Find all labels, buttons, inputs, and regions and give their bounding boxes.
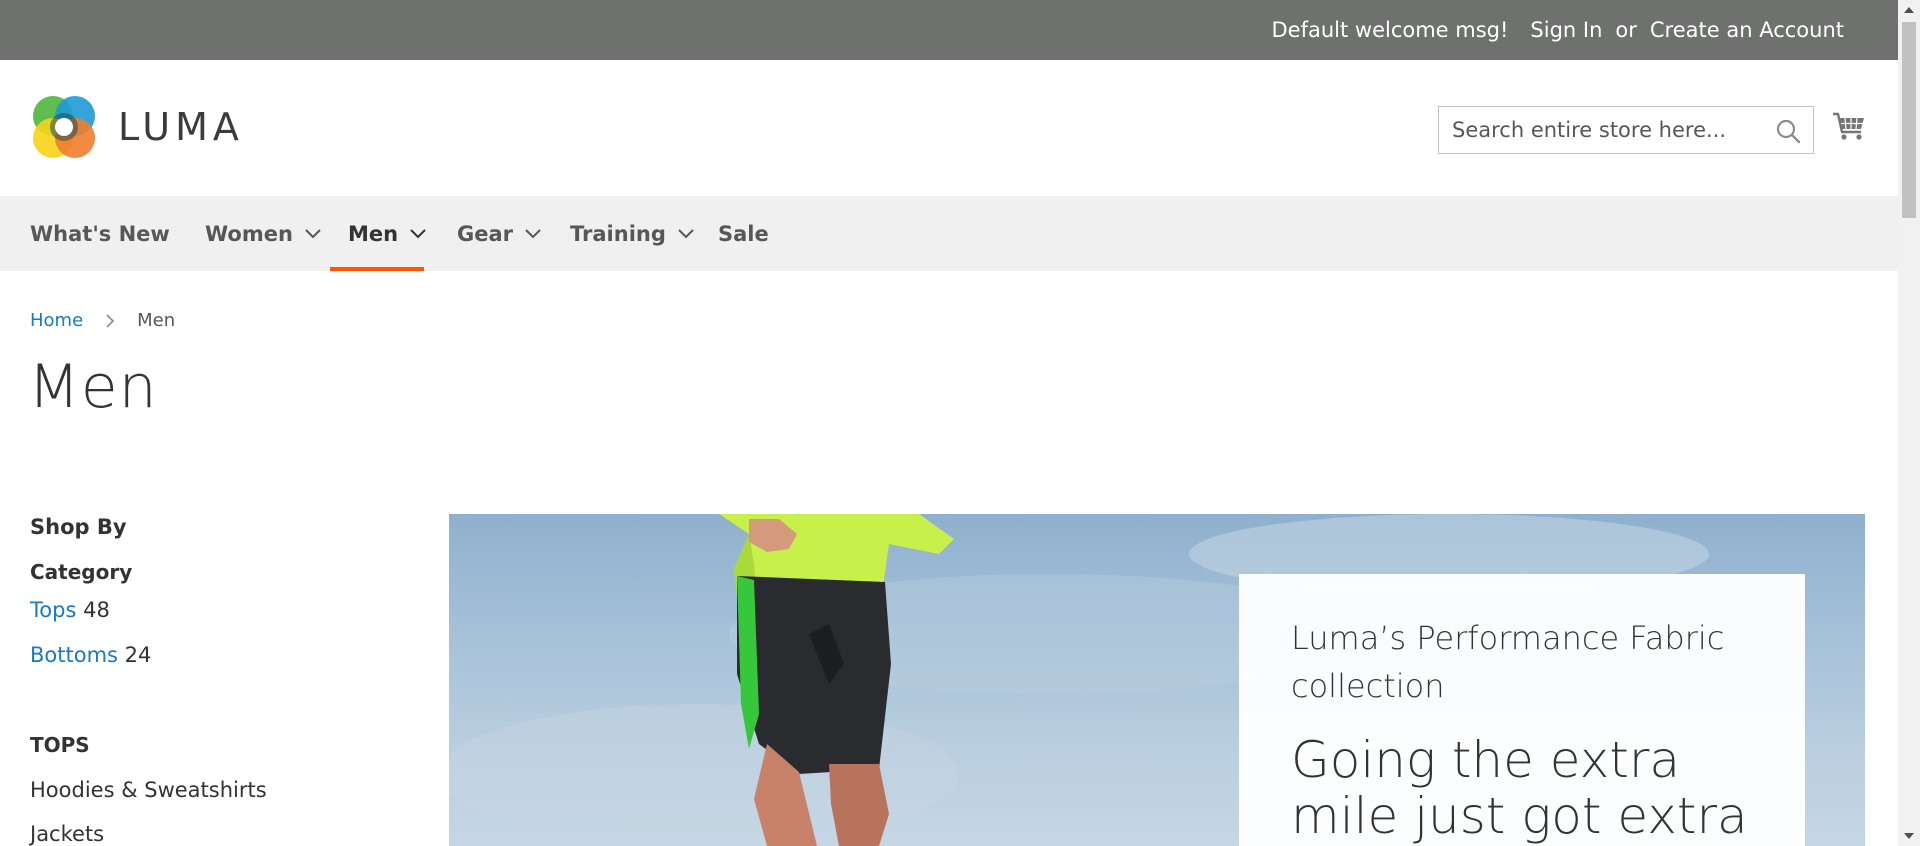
nav-label: Women: [205, 221, 293, 246]
chevron-down-icon: [525, 228, 541, 238]
luma-logo-icon: [33, 96, 95, 158]
nav-men[interactable]: Men: [348, 196, 426, 271]
nav-label: Training: [570, 221, 666, 246]
link-jackets[interactable]: Jackets: [30, 822, 104, 846]
hero-banner[interactable]: Luma’s Performance Fabric collection Goi…: [449, 514, 1865, 846]
logo[interactable]: LUMA: [30, 93, 244, 161]
scroll-down-arrow-icon[interactable]: [1898, 826, 1920, 846]
main-nav: What's New Women Men Gear Training Sale: [0, 196, 1898, 271]
search-icon[interactable]: [1775, 118, 1801, 144]
filter-link-bottoms[interactable]: Bottoms: [30, 643, 118, 667]
shop-by-title: Shop By: [30, 515, 127, 539]
promo-card: Luma’s Performance Fabric collection Goi…: [1239, 574, 1805, 846]
nav-women[interactable]: Women: [205, 196, 321, 271]
chevron-down-icon: [410, 228, 426, 238]
nav-label: Men: [348, 221, 399, 246]
breadcrumb-home-link[interactable]: Home: [30, 310, 83, 331]
filter-item-tops: Tops 48: [30, 598, 110, 622]
link-hoodies-sweatshirts[interactable]: Hoodies & Sweatshirts: [30, 778, 267, 802]
page-scrollbar[interactable]: [1898, 0, 1920, 846]
promo-subtitle: Luma’s Performance Fabric collection: [1291, 619, 1725, 705]
top-panel: Default welcome msg! Sign In or Create a…: [0, 0, 1898, 60]
filter-item-bottoms: Bottoms 24: [30, 643, 151, 667]
header-links: Default welcome msg! Sign In or Create a…: [1271, 0, 1844, 60]
or-separator: or: [1615, 18, 1637, 42]
tops-section-title: TOPS: [30, 733, 90, 757]
filter-count: 24: [124, 643, 152, 667]
cart-icon[interactable]: [1831, 108, 1867, 144]
filter-count: 48: [83, 598, 110, 622]
search-input[interactable]: [1439, 107, 1813, 153]
nav-sale[interactable]: Sale: [718, 196, 769, 271]
logo-text: LUMA: [118, 105, 244, 149]
filter-link-tops[interactable]: Tops: [30, 598, 76, 622]
nav-whats-new[interactable]: What's New: [30, 196, 170, 271]
nav-gear[interactable]: Gear: [457, 196, 541, 271]
scrollbar-thumb[interactable]: [1902, 22, 1916, 218]
search-box: [1438, 106, 1814, 154]
welcome-message: Default welcome msg!: [1271, 18, 1509, 42]
scroll-up-arrow-icon[interactable]: [1898, 0, 1920, 20]
chevron-down-icon: [305, 228, 321, 238]
chevron-down-icon: [678, 228, 694, 238]
site-header: LUMA: [0, 60, 1898, 196]
sign-in-link[interactable]: Sign In: [1530, 18, 1602, 42]
create-account-link[interactable]: Create an Account: [1650, 18, 1844, 42]
chevron-right-icon: [106, 313, 115, 328]
page-title: Men: [28, 352, 158, 422]
breadcrumb: Home Men: [30, 310, 175, 331]
category-title: Category: [30, 560, 133, 584]
nav-training[interactable]: Training: [570, 196, 694, 271]
nav-label: Sale: [718, 221, 769, 246]
nav-label: Gear: [457, 221, 514, 246]
nav-label: What's New: [30, 221, 170, 246]
breadcrumb-current: Men: [137, 310, 176, 331]
promo-headline: Going the extra mile just got extra: [1291, 731, 1748, 845]
